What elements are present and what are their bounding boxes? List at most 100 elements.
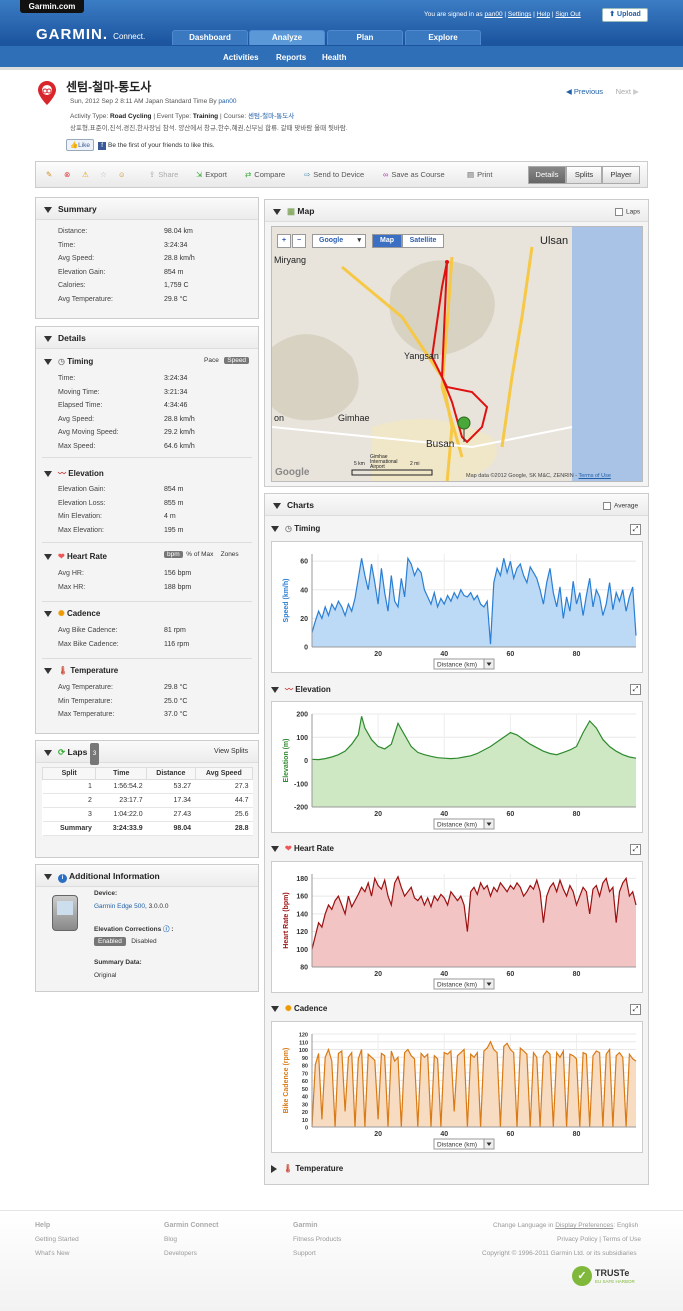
laps-row[interactable]: Summary 3:24:33.9 98.04 28.8	[42, 821, 253, 836]
route-map[interactable]: Ulsan Miryang Yangsan Gimhae Busan on Gi…	[271, 226, 643, 482]
temperature-chart-header[interactable]: 🌡 Temperature	[271, 1164, 343, 1173]
help-icon[interactable]: ⓘ	[163, 926, 170, 933]
edit-icon[interactable]: ✎	[46, 170, 52, 179]
subnav-activities[interactable]: Activities	[223, 53, 259, 62]
sign-out-link[interactable]: Sign Out	[555, 11, 580, 18]
help-link[interactable]: Help	[537, 11, 550, 18]
satellite-view-button[interactable]: Satellite	[402, 234, 444, 248]
cadence-chart-header[interactable]: ✺ Cadence	[271, 1004, 327, 1013]
bpm-toggle[interactable]: bpm	[164, 551, 183, 558]
tab-explore[interactable]: Explore	[405, 30, 481, 45]
laps-row[interactable]: 3 1:04:22.0 27.43 25.6	[42, 807, 253, 822]
garmin-com-link[interactable]: Garmin.com	[20, 0, 84, 13]
tab-dashboard[interactable]: Dashboard	[172, 30, 248, 45]
next-link[interactable]: Next	[616, 87, 631, 96]
warning-icon[interactable]: ⚠	[82, 170, 89, 179]
tab-plan[interactable]: Plan	[327, 30, 403, 45]
additional-info-title: Additional Information	[69, 871, 160, 881]
collapse-icon	[44, 873, 52, 880]
pct-max-toggle[interactable]: % of Max	[186, 551, 213, 558]
favorite-star-icon[interactable]: ☆	[100, 170, 107, 179]
footer-link-developers[interactable]: Developers	[164, 1250, 197, 1257]
footer-link-whats-new[interactable]: What's New	[35, 1250, 69, 1257]
author-link[interactable]: pan00	[218, 98, 236, 105]
export-button[interactable]: ⇲ Export	[196, 170, 227, 179]
view-player-button[interactable]: Player	[602, 166, 640, 184]
privacy-policy-link[interactable]: Privacy Policy	[557, 1236, 597, 1243]
additional-info-header[interactable]: i Additional Information	[36, 865, 258, 887]
display-preferences-link[interactable]: Display Preferences	[555, 1222, 613, 1229]
map-provider-select[interactable]: Google ▾	[312, 234, 366, 248]
cadence-header[interactable]: ✺ Cadence	[44, 609, 100, 618]
footer-link-support[interactable]: Support	[293, 1250, 316, 1257]
footer-link-blog[interactable]: Blog	[164, 1236, 177, 1243]
terms-of-use-link[interactable]: Terms of Use	[603, 1236, 641, 1243]
view-splits-link[interactable]: View Splits	[214, 748, 248, 755]
zones-toggle[interactable]: Zones	[221, 551, 239, 558]
tab-analyze[interactable]: Analyze	[249, 30, 325, 45]
delete-icon[interactable]: ⊗	[64, 170, 70, 179]
timing-chart-header[interactable]: ◷ Timing	[271, 524, 320, 533]
col-avg-speed[interactable]: Avg Speed	[194, 767, 254, 780]
view-details-button[interactable]: Details	[528, 166, 566, 184]
col-time[interactable]: Time	[95, 767, 148, 780]
zoom-in-button[interactable]: +	[277, 234, 291, 248]
print-button[interactable]: ▤ Print	[467, 170, 493, 179]
map-view-button[interactable]: Map	[372, 234, 402, 248]
activity-description[interactable]: 상포형,표준이,진석,경진,한사장님 참석. 양산에서 창규,한수,혜권,신부님…	[70, 122, 348, 132]
additional-info-panel: i Additional Information Device: Garmin …	[35, 864, 259, 992]
subnav-reports[interactable]: Reports	[276, 53, 306, 62]
people-icon[interactable]: ☺	[118, 170, 126, 179]
username-link[interactable]: pan00	[484, 11, 502, 18]
elevation-header[interactable]: 〰 Elevation	[44, 468, 104, 479]
pace-toggle[interactable]: Pace	[204, 357, 219, 364]
device-link[interactable]: Garmin Edge 500	[94, 903, 145, 910]
heart-rate-header[interactable]: ❤ Heart Rate	[44, 552, 107, 561]
footer-link-fitness-products[interactable]: Fitness Products	[293, 1236, 341, 1243]
summary-header[interactable]: Summary	[36, 198, 258, 220]
laps-cell: 98.04	[146, 821, 196, 836]
footer-link-getting-started[interactable]: Getting Started	[35, 1236, 79, 1243]
settings-link[interactable]: Settings	[508, 11, 532, 18]
activity-type[interactable]: Road Cycling	[110, 113, 152, 120]
zoom-out-button[interactable]: −	[292, 234, 306, 248]
upload-button[interactable]: ⬆ Upload	[602, 8, 648, 22]
map-terms-link[interactable]: Terms of Use	[578, 473, 610, 479]
timing-chart-title: Timing	[294, 524, 321, 533]
truste-badge[interactable]: ✓ TRUSTe EU SAFE HARBOR	[572, 1266, 648, 1288]
expand-icon[interactable]: ⤢	[630, 524, 641, 535]
laps-row[interactable]: 2 23:17.7 17.34 44.7	[42, 793, 253, 808]
event-type[interactable]: Training	[193, 113, 218, 120]
expand-icon[interactable]: ⤢	[630, 1004, 641, 1015]
laps-row[interactable]: 1 1:56:54.2 53.27 27.3	[42, 779, 253, 794]
charts-header[interactable]: Charts	[265, 494, 648, 516]
like-button[interactable]: 👍Like	[66, 139, 95, 151]
average-checkbox[interactable]: Average	[603, 502, 638, 510]
garmin-connect-logo[interactable]: GARMIN. Connect.	[36, 26, 145, 43]
disabled-toggle[interactable]: Disabled	[131, 938, 156, 945]
laps-icon: ⟳	[58, 747, 66, 757]
previous-link[interactable]: Previous	[574, 87, 603, 96]
compare-button[interactable]: ⇄ Compare	[245, 170, 285, 179]
laps-checkbox[interactable]: Laps	[615, 208, 640, 216]
expand-icon[interactable]: ⤢	[630, 684, 641, 695]
col-distance[interactable]: Distance	[146, 767, 196, 780]
checkbox-icon	[615, 208, 623, 216]
timing-header[interactable]: ◷ Timing	[44, 357, 93, 366]
details-header[interactable]: Details	[36, 327, 258, 349]
activity-title[interactable]: 센텀-철마-통도사	[66, 78, 151, 95]
save-as-course-button[interactable]: ∞ Save as Course	[383, 170, 445, 179]
enabled-toggle[interactable]: Enabled	[94, 937, 126, 946]
speed-toggle[interactable]: Speed	[224, 357, 250, 364]
heart-rate-chart-header[interactable]: ❤ Heart Rate	[271, 844, 334, 853]
share-button[interactable]: ⇪ Share	[149, 170, 178, 179]
temperature-header[interactable]: 🌡 Temperature	[44, 666, 118, 675]
expand-icon[interactable]: ⤢	[630, 844, 641, 855]
col-split[interactable]: Split	[41, 767, 97, 780]
elevation-chart-header[interactable]: 〰 Elevation	[271, 684, 331, 695]
view-splits-button[interactable]: Splits	[566, 166, 602, 184]
subnav-health[interactable]: Health	[322, 53, 346, 62]
send-to-device-button[interactable]: ⇨ Send to Device	[304, 170, 364, 179]
course-link[interactable]: 센텀-철마-통도사	[248, 113, 294, 120]
map-header[interactable]: ▦ Map	[265, 200, 648, 222]
